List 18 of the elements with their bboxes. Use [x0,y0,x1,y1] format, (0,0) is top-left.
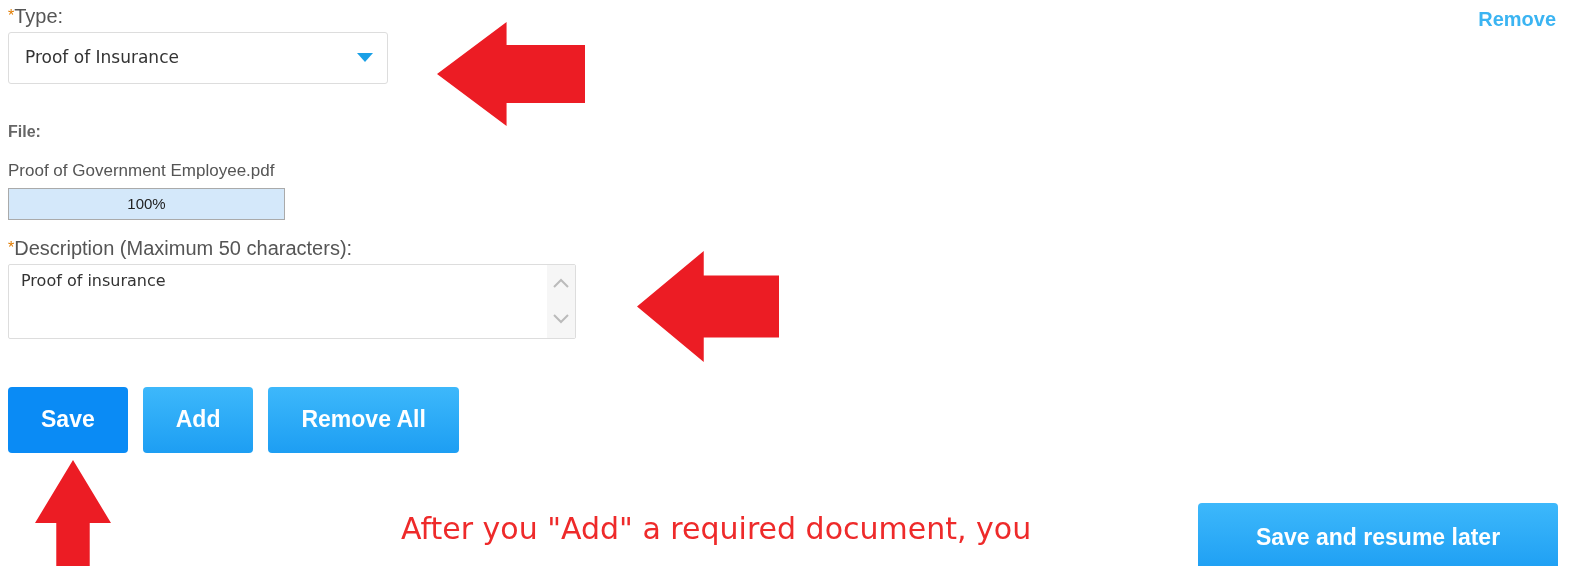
scroll-up-icon[interactable] [552,276,570,289]
field-label: Description (Maximum 50 characters): [14,235,353,260]
scroll-down-icon[interactable] [552,313,570,326]
file-name: Proof of Government Employee.pdf [8,160,276,182]
type-select[interactable]: Proof of Insurance [8,32,388,84]
description-field[interactable]: Proof of insurance [8,263,576,339]
required-mark: * [8,6,15,24]
required-mark: * [8,237,15,256]
form-button[interactable]: Add [142,386,254,453]
dropdown-caret-icon [357,53,373,63]
file-label: File: [8,122,42,142]
form-button[interactable]: Remove All [268,386,459,453]
form-button[interactable]: Save [8,386,128,453]
progress-text: 100% [126,193,167,214]
remove-link[interactable]: Remove [1478,4,1556,34]
annotation-text: After you "Add" a required document, you [401,509,1032,548]
save-resume-button[interactable]: Save and resume later [1198,502,1558,566]
field-label: Type: [14,4,64,28]
